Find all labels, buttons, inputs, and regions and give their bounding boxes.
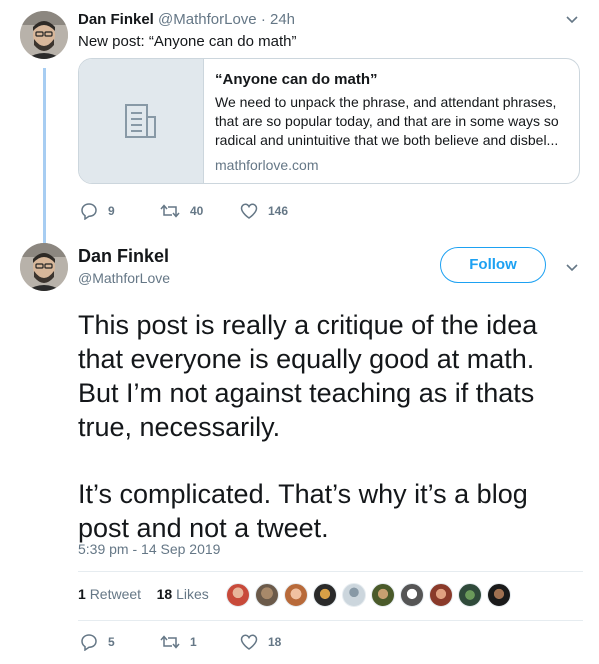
retweet-count: 1 [190, 635, 197, 649]
reply-icon [81, 634, 97, 651]
liker-avatar[interactable] [284, 583, 308, 607]
reply-icon [81, 203, 97, 220]
card-description-line: We need to unpack the phrase, and attend… [215, 94, 557, 110]
reply-count: 9 [108, 204, 115, 218]
card-description-line: that are so popular today, and that are … [215, 113, 559, 129]
like-total: 18 [156, 586, 173, 602]
tweet-text-line: It’s complicated. That’s why it’s a blog [78, 479, 528, 509]
likes-stat[interactable]: 18 Likes [157, 586, 209, 602]
divider [78, 571, 583, 572]
divider [78, 620, 583, 621]
liker-avatars [226, 583, 516, 607]
like-label: Likes [176, 586, 209, 602]
liker-avatar[interactable] [487, 583, 511, 607]
reply-button[interactable]: 9 [80, 202, 149, 220]
tweet-text-line: true, necessarily. [78, 412, 281, 442]
liker-avatar[interactable] [342, 583, 366, 607]
like-count: 18 [268, 635, 282, 649]
card-domain: mathforlove.com [215, 157, 319, 173]
tweet-text: New post: “Anyone can do math” [78, 33, 297, 50]
document-icon [125, 104, 156, 138]
reply-button[interactable]: 5 [80, 633, 149, 651]
thread-line [43, 68, 46, 244]
retweet-icon [160, 204, 180, 218]
like-button[interactable]: 146 [240, 203, 288, 219]
tweet-header: Dan Finkel @MathforLove · 24h [78, 11, 295, 28]
tweet-timestamp[interactable]: 5:39 pm - 14 Sep 2019 [78, 541, 220, 557]
tweet-text-line: that everyone is equally good at math. [78, 344, 535, 374]
author-handle[interactable]: @MathforLove [78, 270, 170, 286]
chevron-down-icon[interactable] [565, 14, 579, 24]
liker-avatar[interactable] [226, 583, 250, 607]
card-thumbnail [79, 59, 204, 183]
liker-avatar[interactable] [313, 583, 337, 607]
retweet-icon [160, 635, 180, 649]
liker-avatar[interactable] [458, 583, 482, 607]
tweet-text-line: post and not a tweet. [78, 513, 329, 543]
tweet-actions: 5 1 18 [80, 633, 281, 651]
tweet-text-spacer [78, 444, 537, 477]
retweet-button[interactable]: 1 [160, 634, 240, 650]
author-handle[interactable]: @MathforLove [158, 11, 257, 28]
tweet-actions: 9 40 146 [80, 202, 288, 220]
reply-count: 5 [108, 635, 115, 649]
tweet-text: This post is really a critique of the id… [78, 308, 537, 545]
tweet-stats: 1 Retweet 18 Likes [78, 586, 209, 602]
liker-avatar[interactable] [255, 583, 279, 607]
link-card[interactable]: “Anyone can do math” We need to unpack t… [78, 58, 580, 184]
tweet-time[interactable]: 24h [270, 11, 295, 28]
heart-icon [240, 203, 258, 219]
tweet-text-line: But I’m not against teaching as if thats [78, 378, 535, 408]
separator: · [260, 11, 266, 28]
liker-avatar[interactable] [400, 583, 424, 607]
liker-avatar[interactable] [429, 583, 453, 607]
retweet-label: Retweet [89, 586, 142, 602]
card-title: “Anyone can do math” [215, 71, 378, 88]
like-count: 146 [268, 204, 289, 218]
retweet-button[interactable]: 40 [160, 203, 240, 219]
author-name[interactable]: Dan Finkel [78, 246, 169, 267]
heart-icon [240, 634, 258, 650]
retweets-stat[interactable]: 1 Retweet [78, 586, 141, 602]
liker-avatar[interactable] [371, 583, 395, 607]
avatar[interactable] [20, 11, 68, 59]
follow-button[interactable]: Follow [440, 247, 546, 283]
chevron-down-icon[interactable] [565, 262, 579, 272]
tweet-text-line: This post is really a critique of the id… [78, 310, 538, 340]
author-name[interactable]: Dan Finkel [78, 11, 154, 28]
retweet-count: 40 [190, 204, 204, 218]
retweet-total: 1 [78, 586, 86, 602]
avatar[interactable] [20, 243, 68, 291]
card-description: We need to unpack the phrase, and attend… [215, 93, 571, 150]
card-description-line: radical and unintuitive that we both bel… [215, 132, 559, 148]
like-button[interactable]: 18 [240, 634, 281, 650]
